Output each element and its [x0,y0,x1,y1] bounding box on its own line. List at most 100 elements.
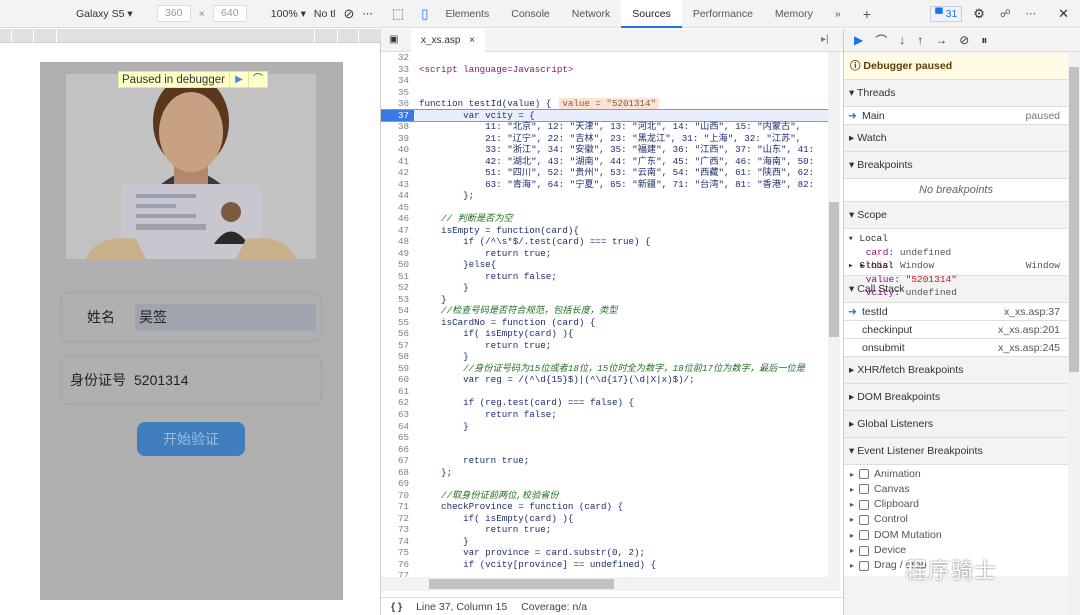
code-line[interactable]: 69 [381,478,828,490]
line-number[interactable]: 55 [381,317,414,329]
code-line[interactable]: 57 return true; [381,340,828,352]
tab-memory[interactable]: Memory [764,0,824,28]
line-number[interactable]: 71 [381,501,414,513]
code-line[interactable]: 58 } [381,351,828,363]
tab-sources[interactable]: Sources [621,0,682,28]
code-line[interactable]: 77 [381,570,828,577]
close-tab-icon[interactable]: × [469,35,475,46]
code-line[interactable]: 64 } [381,421,828,433]
scope-global[interactable]: ▸ Global Window [848,259,1068,273]
code-editor[interactable]: 32 33 <script language=Javascript> 34 35 36 fu… [381,52,828,577]
code-line[interactable]: 75 var province = card.substr(0, 2); [381,547,828,559]
code-line[interactable]: 49 return true; [381,248,828,260]
code-line[interactable]: 72 if( isEmpty(card) ){ [381,513,828,525]
pretty-print-icon[interactable]: { } [391,601,402,613]
line-number[interactable]: 34 [381,75,414,87]
event-listener-category[interactable]: ▸ Animation [844,467,1068,482]
checkbox[interactable] [859,499,870,510]
code-line[interactable]: 76 if (vcity[province] == undefined) { [381,559,828,571]
line-number[interactable]: 61 [381,386,414,398]
line-number[interactable]: 47 [381,225,414,237]
step-over-icon[interactable]: ⌒ [875,32,887,49]
line-number[interactable]: 69 [381,478,414,490]
step-icon[interactable]: → [935,33,947,47]
tab-network[interactable]: Network [561,0,622,28]
throttle-select[interactable]: No tl [314,8,336,20]
code-line[interactable]: 35 [381,87,828,99]
expand-icon[interactable]: ▸ [850,467,854,482]
issues-badge[interactable]: ▀ 31 [930,5,963,22]
code-line[interactable]: 39 21: "辽宁", 22: "吉林", 23: "黑龙江", 31: "上… [381,133,828,145]
line-number[interactable]: 62 [381,397,414,409]
watch-header[interactable]: ▸ Watch [844,125,1068,152]
expand-icon[interactable]: ▸ [850,558,854,573]
code-line[interactable]: 62 if (reg.test(card) === false) { [381,397,828,409]
checkbox[interactable] [859,469,870,480]
code-line[interactable]: 68 }; [381,467,828,479]
checkbox[interactable] [859,484,870,495]
code-line[interactable]: 41 42: "湖北", 43: "湖南", 44: "广东", 45: "广西… [381,156,828,168]
checkbox[interactable] [859,530,870,541]
code-line[interactable]: 51 return false; [381,271,828,283]
line-number[interactable]: 72 [381,513,414,525]
pause-on-exceptions-icon[interactable]: ⏸ [981,33,987,48]
code-line[interactable]: 53 } [381,294,828,306]
line-number[interactable]: 50 [381,259,414,271]
threads-header[interactable]: ▾ Threads [844,80,1068,107]
feedback-icon[interactable]: ☍ [996,0,1015,28]
call-frame[interactable]: ➜ testId x_xs.asp:37 [844,302,1068,321]
inspect-element-icon[interactable]: ⬚ [381,0,415,28]
vertical-scrollbar[interactable] [828,52,840,591]
height-input[interactable]: 640 [212,5,247,22]
line-number[interactable]: 68 [381,467,414,479]
line-number[interactable]: 76 [381,559,414,571]
code-line[interactable]: 63 return false; [381,409,828,421]
code-line[interactable]: 52 } [381,282,828,294]
line-number[interactable]: 53 [381,294,414,306]
expand-icon[interactable]: ▸ [850,497,854,512]
breakpoints-header[interactable]: ▾ Breakpoints [844,152,1068,179]
event-listener-category[interactable]: ▸ Control [844,512,1068,527]
tab-console[interactable]: Console [500,0,561,28]
code-line[interactable]: 38 11: "北京", 12: "天津", 13: "河北", 14: "山西… [381,121,828,133]
expand-icon[interactable]: ▸ [850,482,854,497]
scope-header[interactable]: ▾ Scope [844,202,1068,229]
code-line[interactable]: 34 [381,75,828,87]
rotate-icon[interactable]: ⊘ [343,6,354,22]
line-number[interactable]: 35 [381,87,414,99]
resume-icon[interactable]: ▶ [228,72,248,87]
code-line[interactable]: 74 } [381,536,828,548]
line-number[interactable]: 75 [381,547,414,559]
settings-icon[interactable]: ⚙ [962,0,996,28]
code-line[interactable]: 43 63: "青海", 64: "宁夏", 65: "新疆", 71: "台湾… [381,179,828,191]
tab-elements[interactable]: Elements [434,0,500,28]
line-number[interactable]: 52 [381,282,414,294]
close-devtools-icon[interactable]: ✕ [1047,0,1080,28]
line-number[interactable]: 44 [381,190,414,202]
code-line[interactable]: 73 return true; [381,524,828,536]
step-into-icon[interactable]: ↓ [899,33,905,47]
line-number[interactable]: 33 [381,64,414,76]
code-line[interactable]: 32 [381,52,828,64]
expand-icon[interactable]: ▸ [850,512,854,527]
event-listener-category[interactable]: ▸ Canvas [844,482,1068,497]
step-over-icon[interactable]: ⌒ [247,72,267,87]
code-line[interactable]: 66 [381,444,828,456]
line-number[interactable]: 59 [381,363,414,375]
code-line[interactable]: 55 isCardNo = function (card) { [381,317,828,329]
thread-main[interactable]: ➜ Main paused [844,107,1068,125]
media-query-bar[interactable] [0,29,381,43]
line-number[interactable]: 70 [381,490,414,502]
line-number[interactable]: 46 [381,213,414,225]
line-number[interactable]: 45 [381,202,414,214]
id-input[interactable]: 5201314 [134,372,189,388]
code-line[interactable]: 33 <script language=Javascript> [381,64,828,76]
event-listener-category[interactable]: ▸ DOM Mutation [844,528,1068,543]
code-line[interactable]: 61 [381,386,828,398]
code-line[interactable]: 65 [381,432,828,444]
name-input[interactable]: 吴签 [135,303,316,331]
line-number[interactable]: 65 [381,432,414,444]
call-frame[interactable]: onsubmit x_xs.asp:245 [844,338,1068,357]
line-number[interactable]: 51 [381,271,414,283]
code-line[interactable]: 44 }; [381,190,828,202]
